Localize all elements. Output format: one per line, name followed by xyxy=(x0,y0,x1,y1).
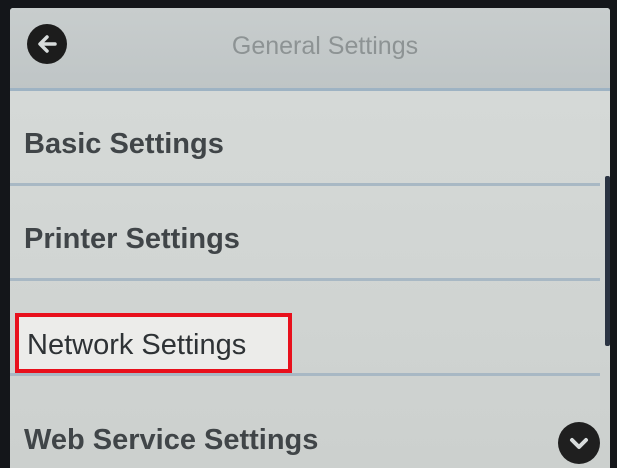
menu-item-web-service-settings[interactable]: Web Service Settings xyxy=(10,376,600,468)
menu-item-label: Network Settings xyxy=(27,329,247,361)
menu-item-label: Basic Settings xyxy=(24,128,224,160)
highlight-box: Network Settings xyxy=(15,313,292,373)
scrollbar[interactable] xyxy=(605,176,610,346)
page-title: General Settings xyxy=(231,32,419,60)
chevron-down-icon xyxy=(570,438,588,449)
header-bar: General Settings xyxy=(10,8,610,91)
menu-item-printer-settings[interactable]: Printer Settings xyxy=(10,186,600,281)
menu-item-network-settings[interactable]: Network Settings xyxy=(10,281,600,376)
menu-item-label: Web Service Settings xyxy=(24,424,319,456)
printer-lcd-screen: General Settings Basic Settings Printer … xyxy=(10,8,610,468)
back-button[interactable] xyxy=(27,24,67,64)
menu-item-basic-settings[interactable]: Basic Settings xyxy=(10,91,600,186)
arrow-left-icon xyxy=(38,35,57,53)
menu-item-label: Printer Settings xyxy=(24,223,240,255)
scroll-down-button[interactable] xyxy=(558,422,600,464)
